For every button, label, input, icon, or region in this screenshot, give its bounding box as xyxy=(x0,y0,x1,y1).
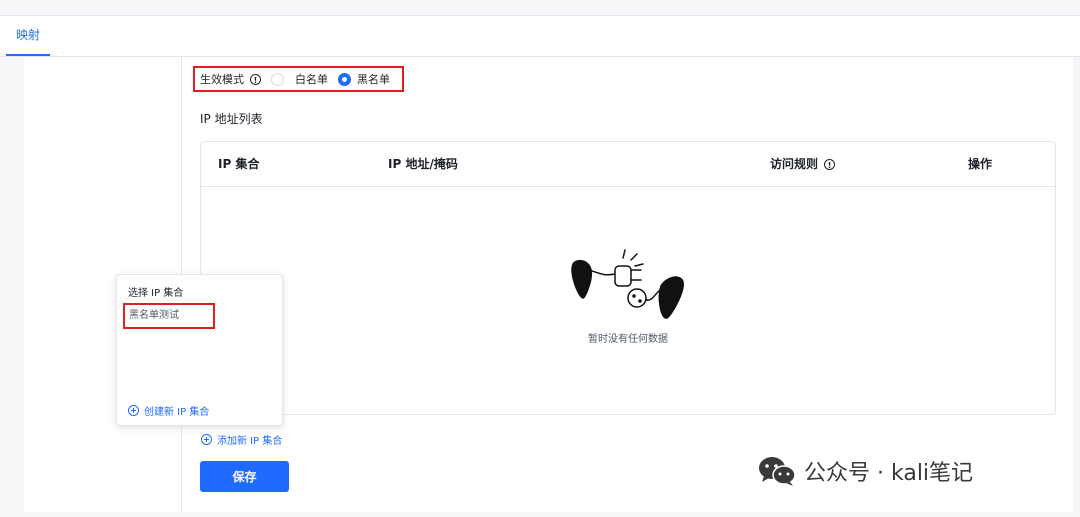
watermark: 公众号 · kali笔记 xyxy=(758,455,973,487)
whitelist-label[interactable]: 白名单 xyxy=(295,71,328,87)
access-rule-label: 访问规则 xyxy=(770,157,819,171)
create-ip-set-label: 创建新 IP 集合 xyxy=(144,407,210,418)
column-actions: 操作 xyxy=(968,157,993,171)
ip-address-table: IP 集合 IP 地址/掩码 访问规则! 操作 暂时没有任何数据 xyxy=(200,141,1056,415)
plus-circle-icon xyxy=(128,405,139,416)
blacklist-radio[interactable] xyxy=(338,72,351,86)
ip-set-dropdown: 选择 IP 集合 黑名单测试 创建新 IP 集合 xyxy=(116,274,283,426)
effective-mode-label: 生效模式 xyxy=(200,73,244,86)
dropdown-option-blacklist-test[interactable]: 黑名单测试 xyxy=(123,303,215,329)
ip-list-title: IP 地址列表 xyxy=(200,112,263,126)
tab-bar: 映射 xyxy=(0,16,1080,57)
plus-circle-icon xyxy=(201,434,212,445)
column-ip-set: IP 集合 xyxy=(218,157,260,171)
top-bar xyxy=(0,0,1080,16)
dropdown-title: 选择 IP 集合 xyxy=(128,288,184,299)
tab-mapping[interactable]: 映射 xyxy=(6,16,50,56)
add-ip-set-link[interactable]: 添加新 IP 集合 xyxy=(201,432,282,447)
column-access-rule: 访问规则! xyxy=(770,142,836,186)
table-header: IP 集合 IP 地址/掩码 访问规则! 操作 xyxy=(201,142,1055,187)
wechat-icon xyxy=(759,457,796,486)
create-ip-set-link[interactable]: 创建新 IP 集合 xyxy=(128,403,209,418)
add-ip-set-label: 添加新 IP 集合 xyxy=(217,436,283,447)
whitelist-radio[interactable] xyxy=(271,72,284,86)
info-icon[interactable]: ! xyxy=(824,159,836,170)
effective-mode-group: 生效模式 ! 白名单 黑名单 xyxy=(193,66,404,92)
watermark-text: 公众号 · kali笔记 xyxy=(804,461,974,486)
info-icon[interactable]: ! xyxy=(250,73,261,85)
column-ip-mask: IP 地址/掩码 xyxy=(388,157,458,171)
blacklist-label[interactable]: 黑名单 xyxy=(357,71,390,87)
empty-state-text: 暂时没有任何数据 xyxy=(588,334,668,345)
save-button[interactable]: 保存 xyxy=(200,461,289,492)
empty-plug-icon xyxy=(571,249,684,319)
